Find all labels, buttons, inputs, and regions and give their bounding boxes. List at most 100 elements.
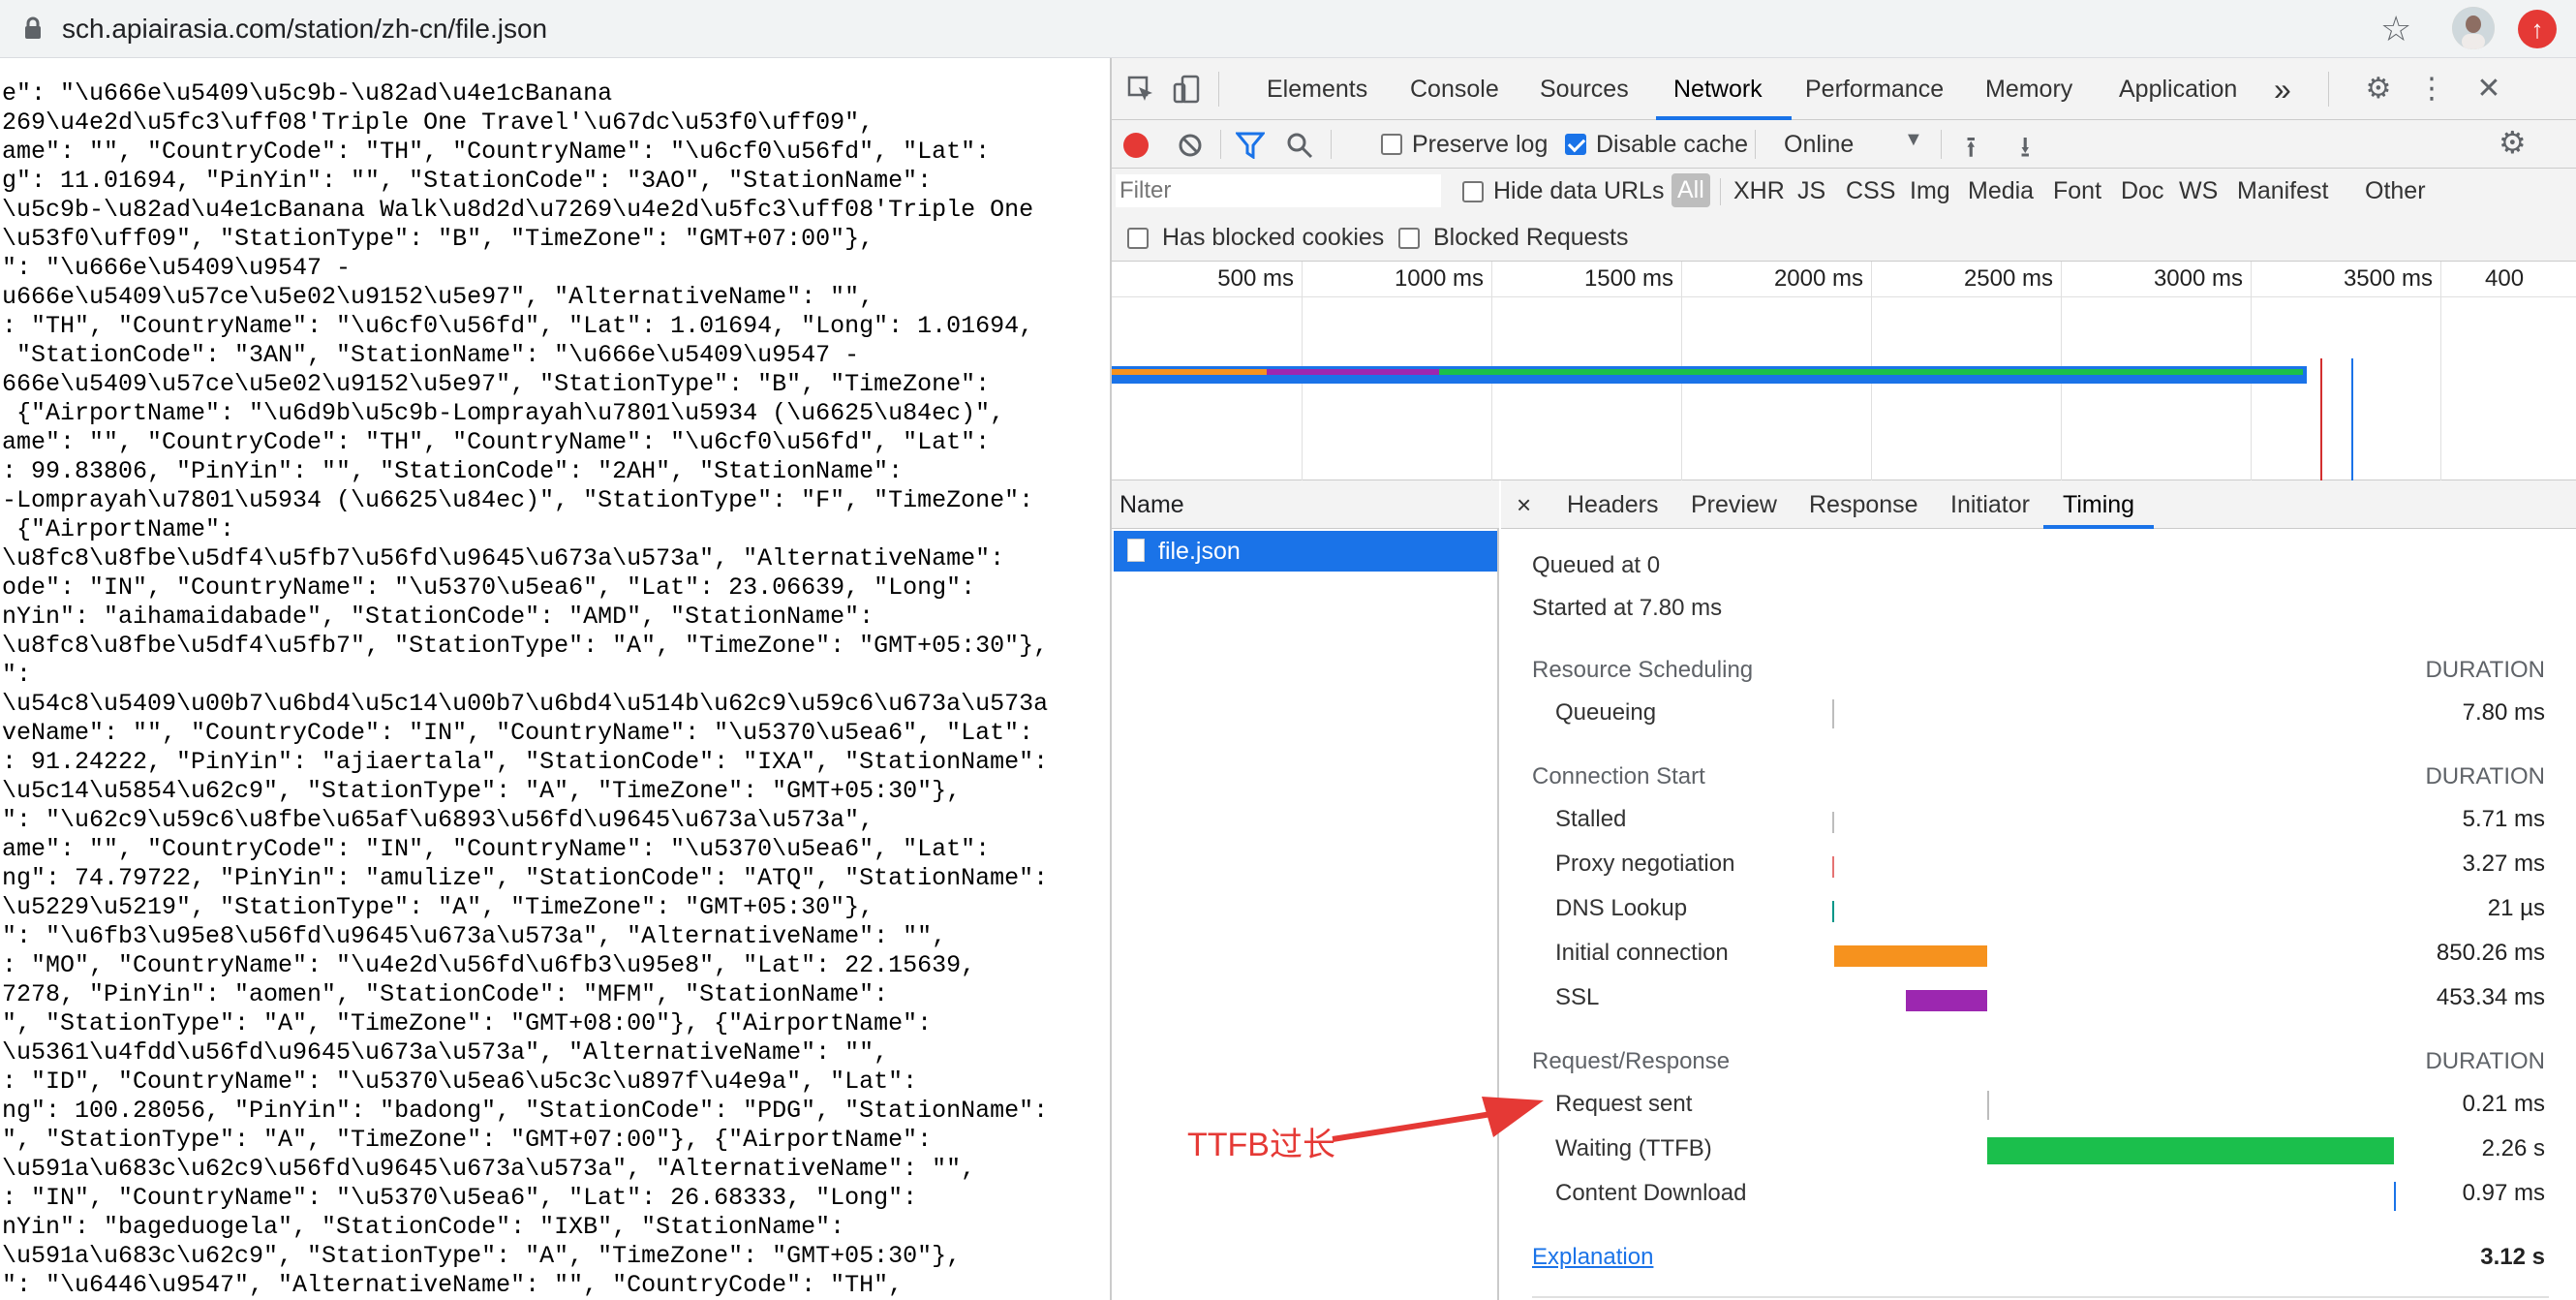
- throttle-chevron-down-icon[interactable]: ▼: [1904, 129, 1923, 151]
- tab-timing[interactable]: Timing: [2063, 480, 2134, 529]
- record-button[interactable]: [1123, 133, 1149, 158]
- json-line: {"AirportName":: [2, 515, 235, 543]
- tab-memory[interactable]: Memory: [1985, 58, 2072, 120]
- tab-preview[interactable]: Preview: [1691, 480, 1777, 529]
- timing-label: Initial connection: [1555, 940, 1729, 966]
- more-tabs-button[interactable]: »: [2274, 58, 2291, 120]
- section-title: Request/Response: [1532, 1048, 1731, 1074]
- timing-value: 453.34 ms: [2436, 984, 2545, 1010]
- overview-tick: 1500 ms: [1583, 265, 1673, 292]
- tab-performance[interactable]: Performance: [1805, 58, 1944, 120]
- profile-avatar[interactable]: [2452, 7, 2495, 49]
- json-line: \u54c8\u5409\u00b7\u6bd4\u5c14\u00b7\u6b…: [2, 690, 1049, 718]
- overview-connect-segment: [1112, 369, 1267, 375]
- search-icon[interactable]: [1286, 132, 1313, 159]
- json-line: nYin": "bageduogela", "StationCode": "IX…: [2, 1213, 845, 1241]
- filter-type-ws[interactable]: WS: [2179, 177, 2218, 205]
- network-settings-gear-icon[interactable]: ⚙: [2499, 124, 2527, 161]
- overview-ssl-segment: [1267, 369, 1439, 375]
- timing-label: SSL: [1555, 984, 1600, 1010]
- filter-type-all[interactable]: All: [1671, 173, 1710, 207]
- json-line: {"AirportName": "\u6d9b\u5c9b-Lomprayah\…: [2, 399, 1005, 427]
- request-list: Name file.json: [1112, 480, 1499, 1300]
- filter-type-img[interactable]: Img: [1910, 177, 1950, 205]
- close-devtools-icon[interactable]: ✕: [2471, 58, 2506, 120]
- json-line: : "TH", "CountryName": "\u6cf0\u56fd", "…: [2, 312, 1034, 340]
- tab-network[interactable]: Network: [1673, 58, 1763, 120]
- inspect-element-icon[interactable]: [1121, 58, 1160, 125]
- json-line: 269\u4e2d\u5fc3\uff08'Triple One Travel'…: [2, 108, 874, 137]
- tab-console[interactable]: Console: [1410, 58, 1499, 120]
- devtools-tabbar: Elements Console Sources Network Perform…: [1112, 58, 2576, 120]
- hide-data-urls-checkbox[interactable]: [1462, 181, 1484, 202]
- json-line: \u5c9b-\u82ad\u4e1cBanana Walk\u8d2d\u72…: [2, 196, 1034, 224]
- filter-type-other[interactable]: Other: [2365, 177, 2426, 205]
- overview-ttfb-segment: [1439, 369, 2303, 375]
- json-line: : "MO", "CountryName": "\u4e2d\u56fd\u6f…: [2, 951, 976, 979]
- timing-value: 5.71 ms: [2462, 806, 2545, 832]
- bookmark-star-icon[interactable]: ☆: [2380, 8, 2411, 50]
- blocked-requests-label: Blocked Requests: [1433, 224, 1629, 251]
- json-line: ng": 74.79722, "PinYin": "amulize", "Sta…: [2, 864, 1049, 892]
- filter-type-doc[interactable]: Doc: [2121, 177, 2163, 205]
- detail-tabbar: × Headers Preview Response Initiator Tim…: [1501, 480, 2576, 529]
- overview-tick: 2500 ms: [1963, 265, 2053, 292]
- json-line: \u5361\u4fdd\u56fd\u9645\u673a\u573a", "…: [2, 1038, 889, 1067]
- json-line: g": 11.01694, "PinYin": "", "StationCode…: [2, 167, 933, 195]
- has-blocked-cookies-checkbox[interactable]: [1127, 228, 1149, 249]
- json-line: \u53f0\uff09", "StationType": "B", "Time…: [2, 225, 874, 253]
- timing-label: Request sent: [1555, 1091, 1693, 1117]
- json-line: nYin": "aihamaidabade", "StationCode": "…: [2, 603, 874, 631]
- timing-value: 3.27 ms: [2462, 851, 2545, 877]
- lock-icon: [25, 16, 41, 39]
- url-text[interactable]: sch.apiairasia.com/station/zh-cn/file.js…: [62, 10, 547, 48]
- preserve-log-checkbox[interactable]: [1381, 134, 1402, 155]
- filter-type-manifest[interactable]: Manifest: [2237, 177, 2328, 205]
- network-overview-timeline[interactable]: 500 ms 1000 ms 1500 ms 2000 ms 2500 ms 3…: [1112, 262, 2576, 480]
- blocked-requests-checkbox[interactable]: [1398, 228, 1420, 249]
- settings-gear-icon[interactable]: ⚙: [2359, 58, 2398, 120]
- timing-bar-proxy: [1832, 856, 1834, 878]
- explanation-link[interactable]: Explanation: [1532, 1244, 1653, 1271]
- update-icon[interactable]: ↑: [2518, 10, 2557, 48]
- json-line: : 91.24222, "PinYin": "ajiaertala", "Sta…: [2, 748, 1049, 776]
- filter-type-css[interactable]: CSS: [1846, 177, 1895, 205]
- tab-headers[interactable]: Headers: [1567, 480, 1659, 529]
- json-line: ": "\u6fb3\u95e8\u56fd\u9645\u673a\u573a…: [2, 922, 947, 950]
- more-options-icon[interactable]: ⋮: [2417, 58, 2446, 120]
- overview-tick: 400: [2485, 265, 2525, 292]
- queued-at: Queued at 0: [1532, 552, 1661, 578]
- request-row-selected[interactable]: file.json: [1114, 531, 1497, 572]
- timing-bar-stalled: [1832, 812, 1834, 833]
- filter-type-media[interactable]: Media: [1968, 177, 2034, 205]
- clear-icon[interactable]: [1178, 133, 1203, 158]
- name-column-header[interactable]: Name: [1112, 480, 1499, 529]
- overview-tick: 500 ms: [1217, 265, 1294, 292]
- close-detail-button[interactable]: ×: [1517, 480, 1531, 529]
- disable-cache-checkbox[interactable]: [1565, 134, 1586, 155]
- throttle-select[interactable]: Online: [1784, 131, 1854, 159]
- json-line: ame": "", "CountryCode": "TH", "CountryN…: [2, 138, 991, 166]
- json-line: 7278, "PinYin": "aomen", "StationCode": …: [2, 980, 889, 1008]
- json-line: ":: [2, 661, 32, 689]
- request-detail-panel: × Headers Preview Response Initiator Tim…: [1501, 480, 2576, 1300]
- json-line: \u591a\u683c\u62c9\u56fd\u9645\u673a\u57…: [2, 1155, 976, 1183]
- filter-type-font[interactable]: Font: [2053, 177, 2101, 205]
- tab-initiator[interactable]: Initiator: [1950, 480, 2030, 529]
- filter-type-xhr[interactable]: XHR: [1733, 177, 1785, 205]
- filter-icon[interactable]: [1236, 132, 1265, 159]
- json-line: "StationCode": "3AN", "StationName": "\u…: [2, 341, 860, 369]
- timing-label: Content Download: [1555, 1180, 1747, 1206]
- tab-elements[interactable]: Elements: [1267, 58, 1367, 120]
- device-toolbar-icon[interactable]: [1168, 58, 1207, 126]
- tab-application[interactable]: Application: [2119, 58, 2237, 120]
- json-line: ame": "", "CountryCode": "TH", "CountryN…: [2, 428, 991, 456]
- timing-bar-initial-connection: [1834, 945, 1987, 967]
- tab-sources[interactable]: Sources: [1540, 58, 1629, 120]
- json-content: e": "\u666e\u5409\u5c9b-\u82ad\u4e1cBana…: [0, 79, 1110, 1300]
- overview-tick: 2000 ms: [1773, 265, 1863, 292]
- filter-input[interactable]: [1118, 176, 1437, 205]
- tab-response[interactable]: Response: [1809, 480, 1918, 529]
- filter-type-js[interactable]: JS: [1797, 177, 1825, 205]
- timing-label: Waiting (TTFB): [1555, 1135, 1712, 1161]
